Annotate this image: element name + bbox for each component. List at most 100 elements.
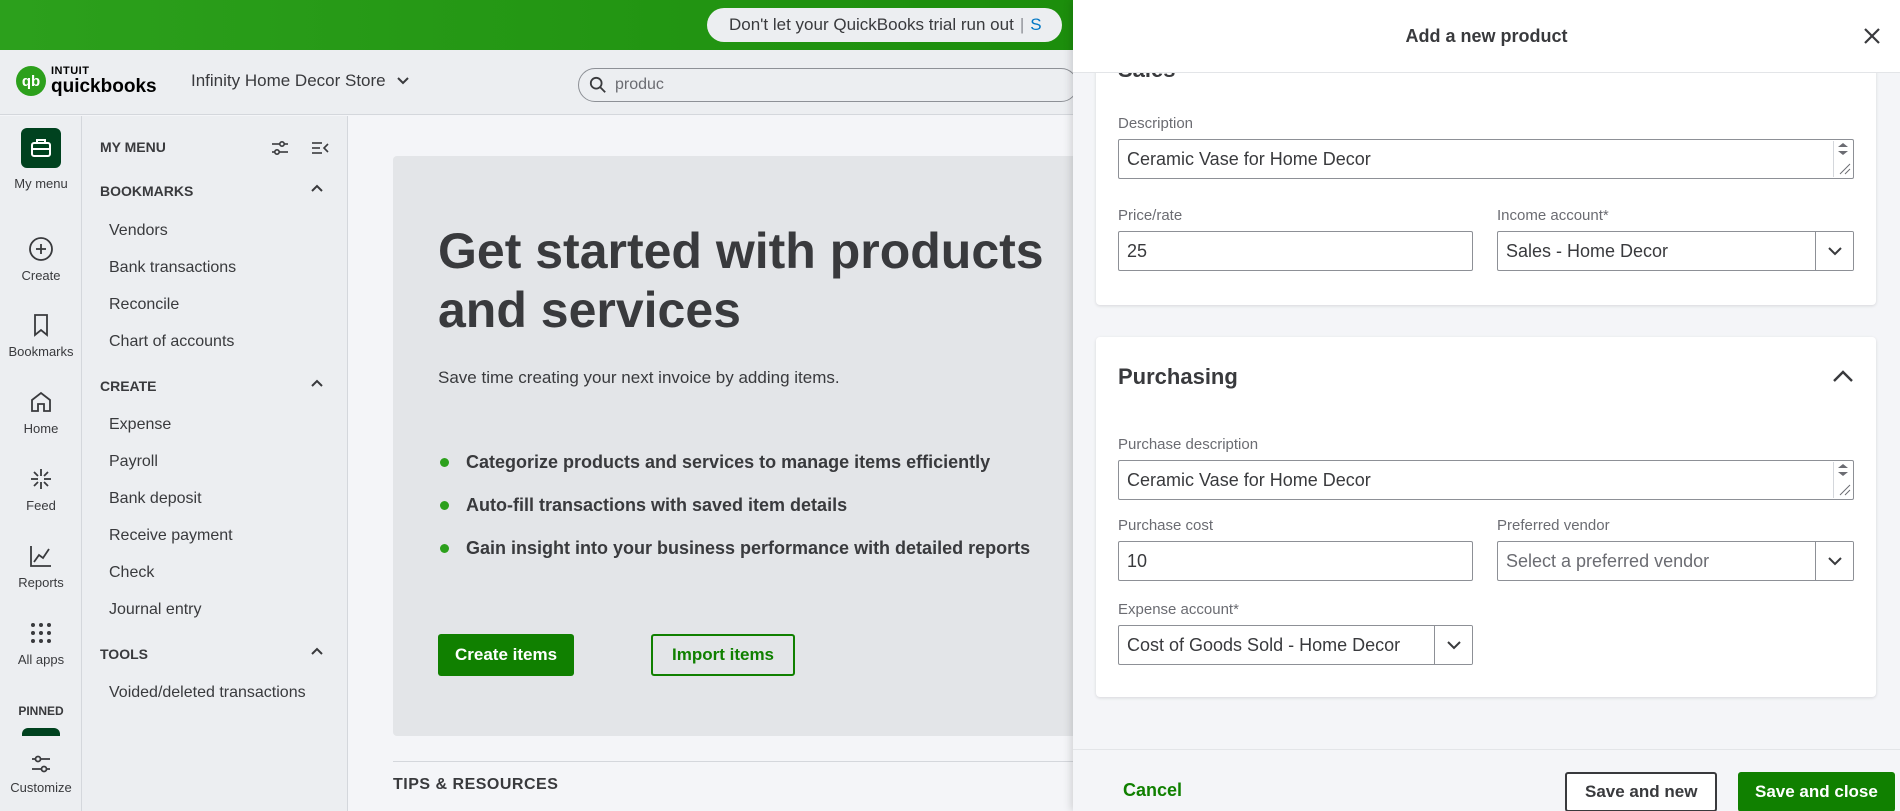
rail-item-home[interactable]: Home xyxy=(0,389,82,436)
purchase-cost-label: Purchase cost xyxy=(1118,517,1214,534)
section-title: CREATE xyxy=(100,378,157,394)
close-icon[interactable] xyxy=(1860,24,1884,48)
menu-link-voided-transactions[interactable]: Voided/deleted transactions xyxy=(109,684,306,702)
filter-settings-icon[interactable] xyxy=(270,138,290,158)
menu-link-payroll[interactable]: Payroll xyxy=(109,453,158,471)
dropdown-button[interactable] xyxy=(1815,232,1853,270)
section-title: BOOKMARKS xyxy=(100,183,194,199)
search-input[interactable] xyxy=(615,73,1055,97)
purchasing-section: Purchasing Purchase description Ceramic … xyxy=(1096,337,1876,697)
drawer-title: Add a new product xyxy=(1405,26,1568,46)
menu-link-expense[interactable]: Expense xyxy=(109,416,171,434)
price-label: Price/rate xyxy=(1118,207,1183,224)
hero-bullet: Auto-fill transactions with saved item d… xyxy=(438,495,1030,538)
rail-label: Bookmarks xyxy=(8,344,74,359)
description-label: Description xyxy=(1118,115,1194,132)
menu-link-check[interactable]: Check xyxy=(109,564,154,582)
pinned-app-tile[interactable] xyxy=(22,728,60,736)
rail-item-reports[interactable]: Reports xyxy=(0,543,82,590)
save-and-new-button[interactable]: Save and new xyxy=(1565,772,1718,811)
menu-title: MY MENU xyxy=(100,139,166,155)
menu-link-vendors[interactable]: Vendors xyxy=(109,222,168,240)
hero-title: Get started with products and services xyxy=(438,223,1044,338)
expense-account-value: Cost of Goods Sold - Home Decor xyxy=(1127,635,1401,655)
chart-line-icon xyxy=(30,546,51,567)
chevron-down-icon xyxy=(1446,641,1461,650)
tips-heading: TIPS & RESOURCES xyxy=(393,776,559,793)
purchase-cost-field[interactable]: 10 xyxy=(1118,541,1473,581)
chevron-down-icon xyxy=(1827,247,1842,256)
menu-link-receive-payment[interactable]: Receive payment xyxy=(109,527,233,545)
price-field[interactable]: 25 xyxy=(1118,231,1473,271)
hero-bullet: Gain insight into your business performa… xyxy=(438,538,1030,581)
banner-separator: | xyxy=(1019,15,1025,34)
logo-quickbooks: quickbooks xyxy=(51,76,157,97)
purchase-description-field[interactable]: Ceramic Vase for Home Decor xyxy=(1118,460,1854,500)
rail-item-feed[interactable]: Feed xyxy=(0,466,82,513)
preferred-vendor-select[interactable]: Select a preferred vendor xyxy=(1497,541,1854,581)
menu-link-journal-entry[interactable]: Journal entry xyxy=(109,601,202,619)
chevron-up-icon xyxy=(311,647,323,655)
rail-label: Customize xyxy=(10,780,72,795)
rail-item-all-apps[interactable]: All apps xyxy=(0,620,82,667)
collapse-menu-icon[interactable] xyxy=(310,138,330,158)
dropdown-button[interactable] xyxy=(1434,626,1472,664)
search-box[interactable] xyxy=(578,68,1078,102)
rail-label: Home xyxy=(23,421,59,436)
preferred-vendor-placeholder: Select a preferred vendor xyxy=(1506,551,1710,571)
search-icon xyxy=(589,76,606,93)
income-account-select[interactable]: Sales - Home Decor xyxy=(1497,231,1854,271)
menu-link-reconcile[interactable]: Reconcile xyxy=(109,296,179,314)
purchase-description-value: Ceramic Vase for Home Decor xyxy=(1127,470,1371,490)
sliders-icon xyxy=(32,755,50,773)
my-menu-panel: MY MENU BOOKMARKS Vendors Bank transacti… xyxy=(82,116,348,811)
section-title: TOOLS xyxy=(100,646,148,662)
menu-link-bank-deposit[interactable]: Bank deposit xyxy=(109,490,202,508)
chevron-up-icon xyxy=(311,379,323,387)
menu-section-tools[interactable]: TOOLS xyxy=(100,646,332,662)
rail-item-create[interactable]: Create xyxy=(0,236,82,283)
company-switcher[interactable]: Infinity Home Decor Store xyxy=(191,71,410,91)
menu-section-create[interactable]: CREATE xyxy=(100,378,332,394)
briefcase-icon xyxy=(21,128,61,168)
chevron-up-icon[interactable] xyxy=(1832,369,1854,383)
rail-label: Feed xyxy=(26,498,56,513)
left-rail: My menu Create Bookmarks Home Feed Repor… xyxy=(0,116,82,811)
drawer-header: Add a new product xyxy=(1073,0,1900,73)
resize-handle-icon[interactable] xyxy=(1833,141,1851,177)
plus-circle-icon xyxy=(29,237,53,261)
trial-banner-link[interactable]: S xyxy=(1030,15,1041,34)
chevron-up-icon xyxy=(311,184,323,192)
pinned-heading: PINNED xyxy=(18,704,64,718)
preferred-vendor-label: Preferred vendor xyxy=(1497,517,1610,534)
menu-link-bank-transactions[interactable]: Bank transactions xyxy=(109,259,236,277)
description-field[interactable]: Ceramic Vase for Home Decor xyxy=(1118,139,1854,179)
rail-label: All apps xyxy=(17,652,65,667)
import-items-button[interactable]: Import items xyxy=(651,634,796,676)
expense-account-select[interactable]: Cost of Goods Sold - Home Decor xyxy=(1118,625,1473,665)
purchasing-section-title: Purchasing xyxy=(1118,364,1238,389)
bookmark-icon xyxy=(34,314,48,337)
chevron-down-icon xyxy=(396,77,409,85)
rail-label: Reports xyxy=(18,575,64,590)
rail-item-bookmarks[interactable]: Bookmarks xyxy=(0,312,82,359)
sales-section: Sales Description Ceramic Vase for Home … xyxy=(1096,40,1876,305)
rail-item-my-menu[interactable]: My menu xyxy=(0,128,82,191)
rail-item-customize[interactable]: Customize xyxy=(0,752,82,795)
save-and-close-button[interactable]: Save and close xyxy=(1738,772,1895,811)
create-items-button[interactable]: Create items xyxy=(438,634,575,676)
logo-wordmark: INTUIT quickbooks xyxy=(51,66,157,97)
chevron-down-icon xyxy=(1827,557,1842,566)
cancel-button[interactable]: Cancel xyxy=(1123,780,1182,801)
dropdown-button[interactable] xyxy=(1815,542,1853,580)
expense-account-label: Expense account* xyxy=(1118,601,1239,618)
rail-label: My menu xyxy=(14,176,68,191)
trial-banner-pill[interactable]: Don't let your QuickBooks trial run out |… xyxy=(707,8,1062,42)
add-product-drawer: Add a new product Sales Description Cera… xyxy=(1073,0,1900,811)
menu-section-bookmarks[interactable]: BOOKMARKS xyxy=(100,183,332,199)
hero-subtitle: Save time creating your next invoice by … xyxy=(438,368,840,387)
quickbooks-logo[interactable]: qb INTUIT quickbooks xyxy=(16,66,157,96)
resize-handle-icon[interactable] xyxy=(1833,462,1851,498)
menu-link-chart-of-accounts[interactable]: Chart of accounts xyxy=(109,333,234,351)
description-value: Ceramic Vase for Home Decor xyxy=(1127,149,1371,169)
